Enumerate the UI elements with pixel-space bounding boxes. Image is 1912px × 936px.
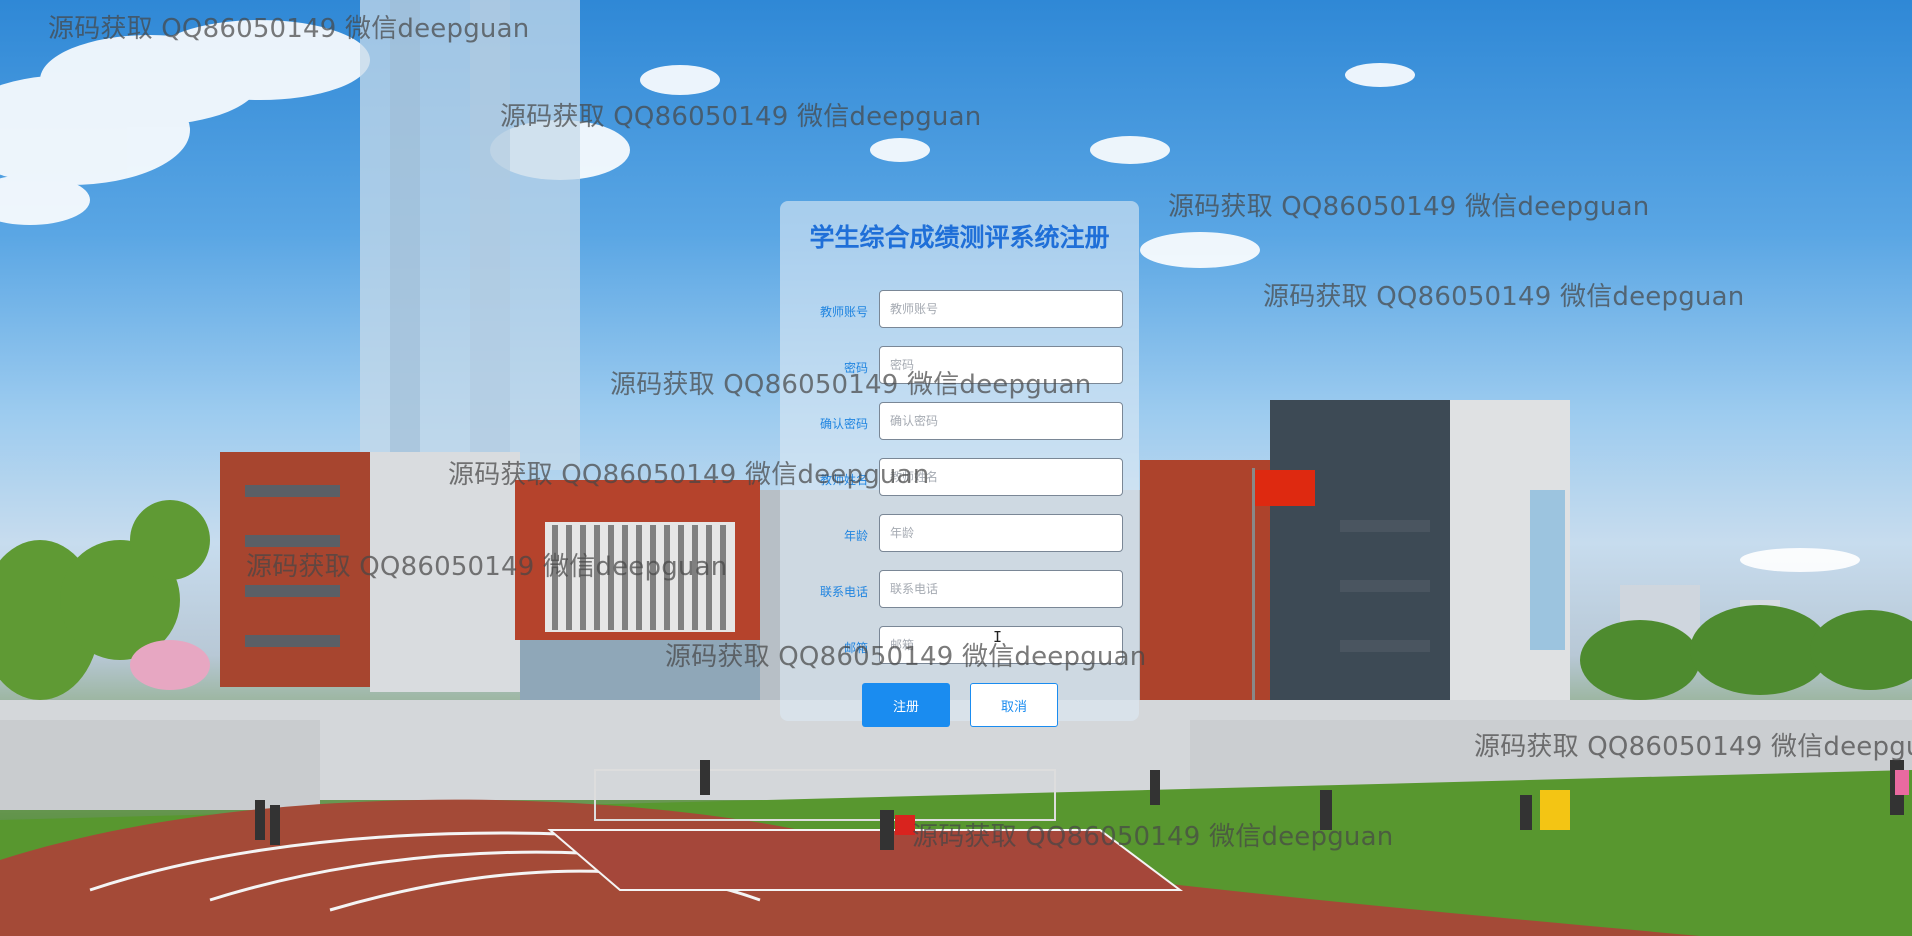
field-label-password: 密码 [843,361,868,375]
flag-pole [1252,468,1255,718]
form-title: 学生综合成绩测评系统注册 [809,223,1110,252]
field-label-email: 邮箱 [843,641,868,655]
field-label-age: 年龄 [843,529,868,543]
confirm-password-input[interactable] [879,402,1123,440]
field-label-teacher-name: 教师姓名 [819,473,868,487]
password-input[interactable] [879,346,1123,384]
field-label-confirm-password: 确认密码 [819,417,868,431]
field-label-teacher-account: 教师账号 [819,305,868,319]
phone-input[interactable] [879,570,1123,608]
text-cursor-icon: I [993,628,1003,646]
flag [1255,470,1315,506]
field-label-phone: 联系电话 [819,585,868,599]
cancel-button[interactable]: 取消 [970,683,1058,727]
teacher-name-input[interactable] [879,458,1123,496]
teacher-account-input[interactable] [879,290,1123,328]
register-button[interactable]: 注册 [862,683,950,727]
age-input[interactable] [879,514,1123,552]
